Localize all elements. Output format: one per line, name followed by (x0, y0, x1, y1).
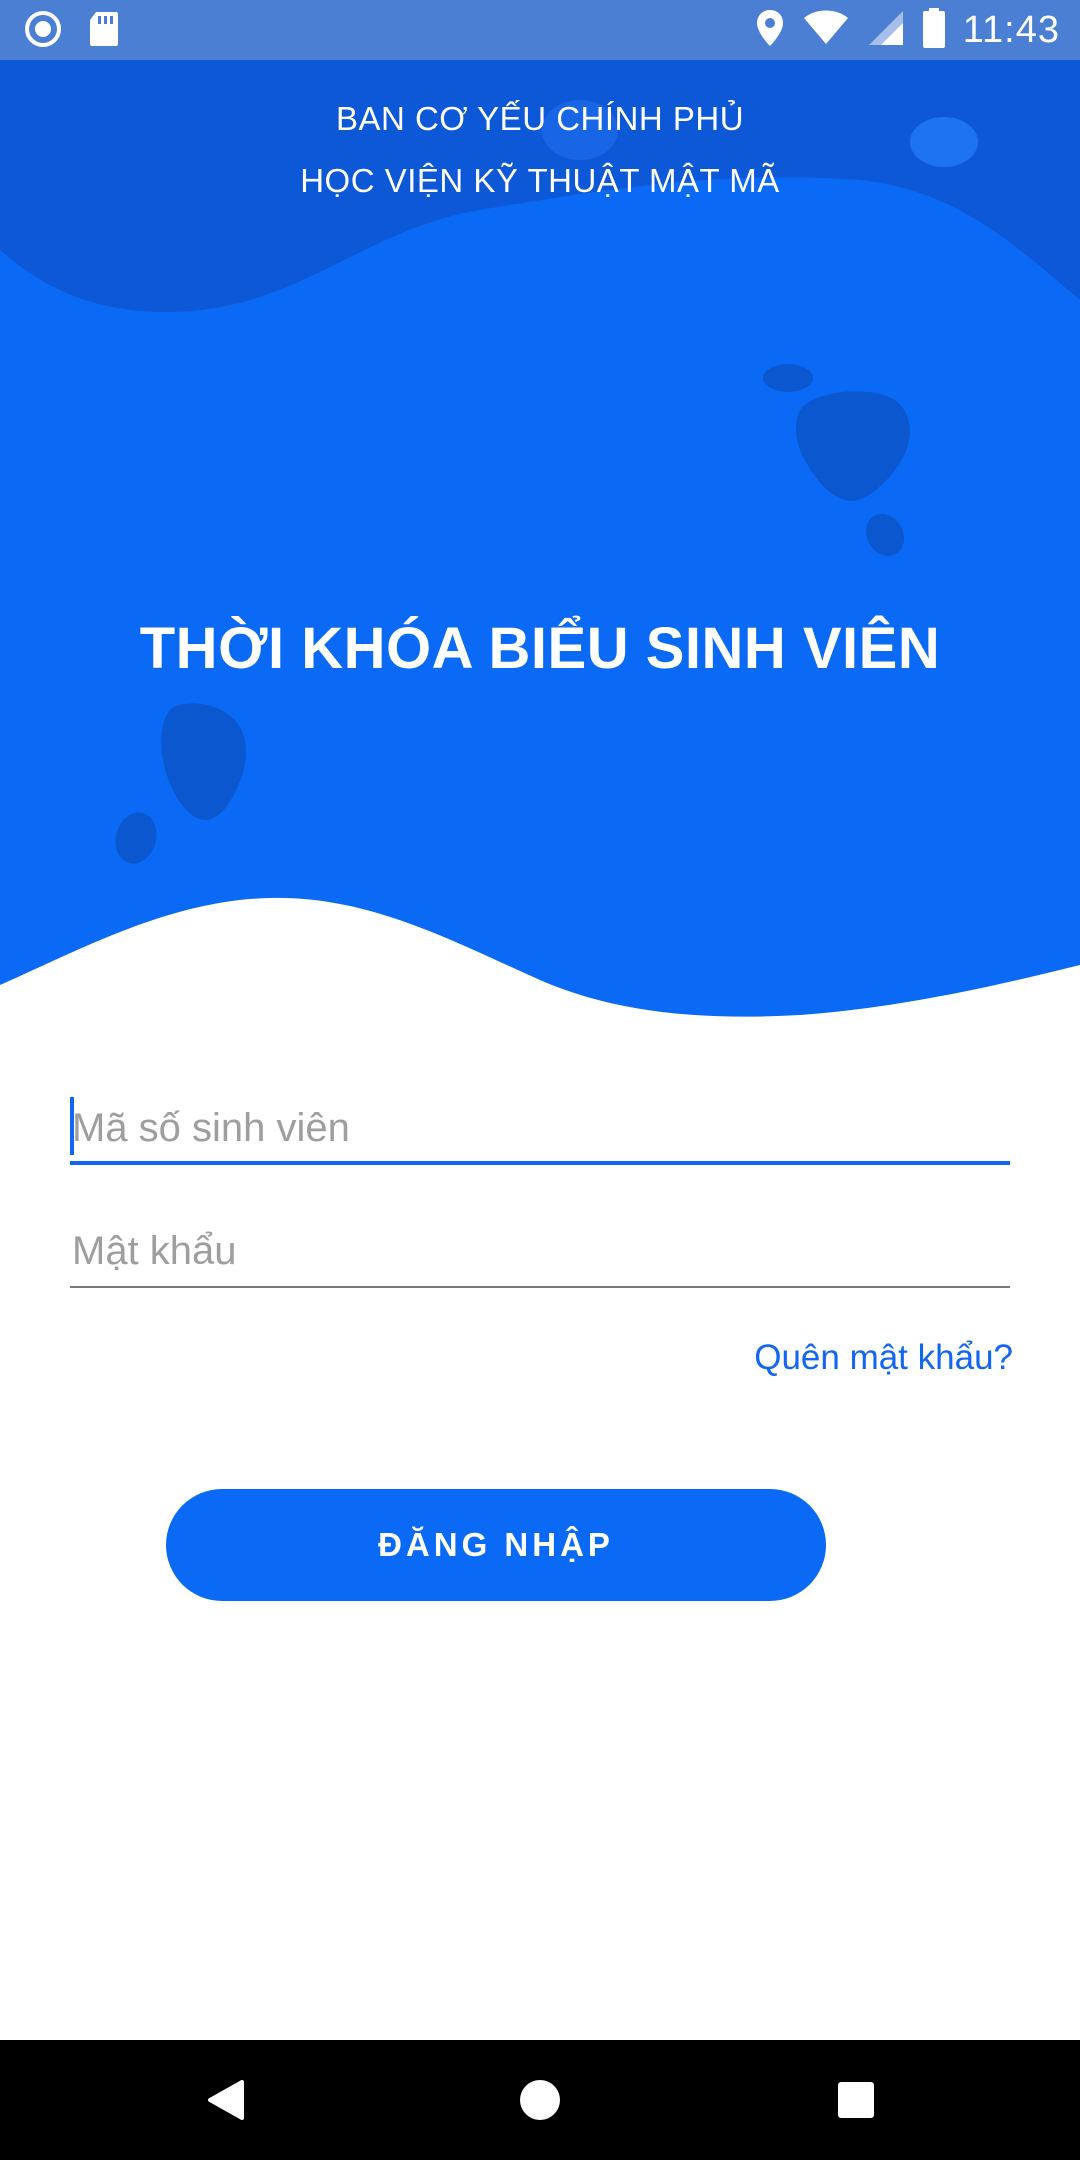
record-icon (24, 10, 62, 53)
app-title: THỜI KHÓA BIỂU SINH VIÊN (139, 616, 941, 681)
student-id-input[interactable] (70, 1095, 1010, 1161)
password-input[interactable] (70, 1218, 1010, 1284)
back-button[interactable] (196, 2070, 256, 2130)
status-bar: 11:43 (0, 0, 1080, 60)
navigation-bar (0, 2040, 1080, 2160)
org-name-line-1: BAN CƠ YẾU CHÍNH PHỦ (335, 100, 745, 137)
status-time: 11:43 (962, 9, 1060, 51)
recent-apps-button[interactable] (826, 2070, 886, 2130)
home-icon (520, 2080, 560, 2120)
password-field (70, 1218, 1010, 1288)
battery-icon (922, 8, 945, 53)
back-icon (208, 2080, 244, 2120)
location-icon (755, 8, 785, 53)
org-name-line-2: HỌC VIỆN KỸ THUẬT MẬT MÃ (300, 162, 780, 199)
recent-apps-icon (838, 2082, 874, 2118)
student-id-field (70, 1095, 1010, 1165)
sd-card-icon (88, 10, 120, 53)
home-button[interactable] (510, 2070, 570, 2130)
login-button[interactable]: ĐĂNG NHẬP (166, 1489, 826, 1601)
text-cursor (70, 1097, 74, 1155)
forgot-password-link[interactable]: Quên mật khẩu? (754, 1338, 1013, 1378)
cellular-signal-icon (867, 9, 905, 52)
student-id-underline (70, 1161, 1010, 1165)
wifi-icon (803, 10, 849, 51)
password-underline (70, 1286, 1010, 1288)
hero-background (0, 60, 1080, 1040)
